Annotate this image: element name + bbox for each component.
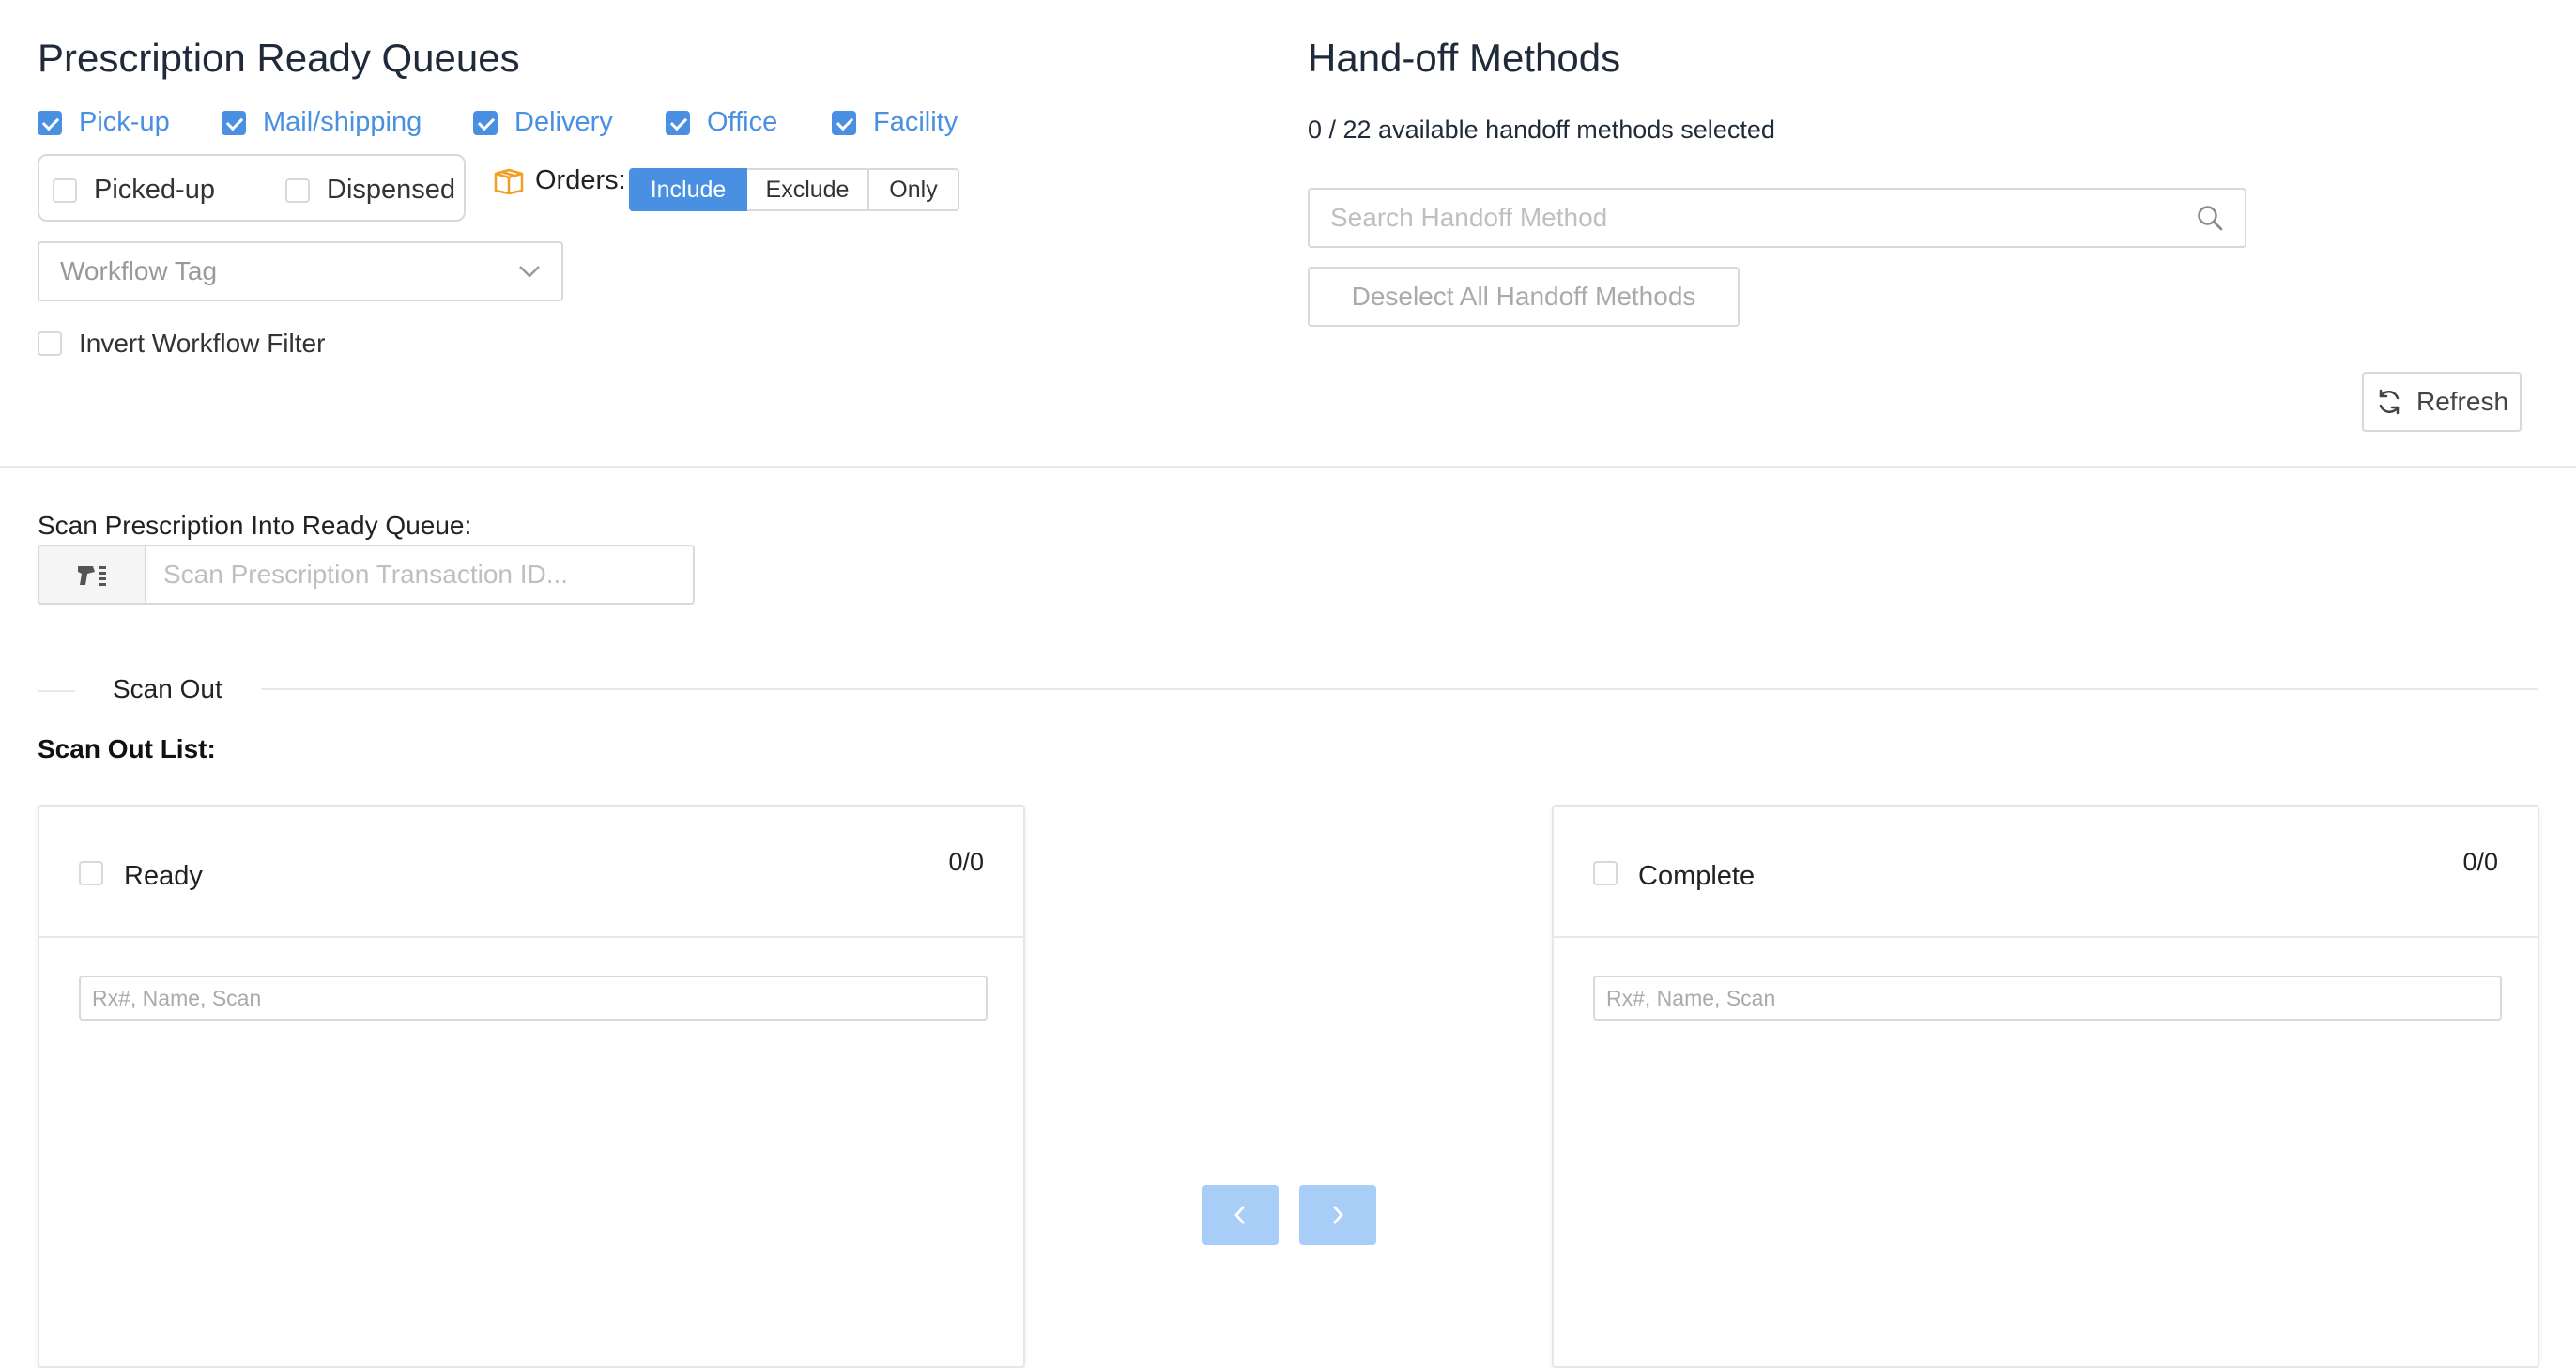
chevron-right-icon [1332,1206,1343,1224]
queue-item-label: Pick-up [79,107,170,137]
workflow-tag-placeholder: Workflow Tag [60,256,218,285]
delivery-checkbox[interactable] [473,110,498,135]
queue-item-pickup[interactable]: Pick-up [38,107,170,138]
queue-item-label: Mail/shipping [263,107,422,137]
invert-workflow-filter[interactable]: Invert Workflow Filter [38,329,325,359]
scan-out-list-label: Scan Out List: [38,734,216,763]
mail-shipping-checkbox[interactable] [222,110,246,135]
dispensed-label: Dispensed [327,175,456,205]
orders-include-option[interactable]: Include [629,168,747,211]
chevron-down-icon [519,266,540,278]
barcode-scanner-icon [78,566,106,586]
deselect-all-handoff-button[interactable]: Deselect All Handoff Methods [1308,267,1740,327]
picked-up-checkbox[interactable] [53,177,77,203]
refresh-button[interactable]: Refresh [2362,372,2522,432]
queue-item-delivery[interactable]: Delivery [473,107,613,138]
orders-label-group: Orders: [494,165,626,196]
complete-panel: Complete 0/0 Rx#, Name, Scan [1552,805,2539,1368]
invert-workflow-checkbox[interactable] [38,331,62,356]
scan-in-label: Scan Prescription Into Ready Queue: [38,511,472,540]
queue-item-label: Facility [873,107,958,137]
scan-out-divider-label: Scan Out [113,674,222,703]
ready-panel-title: Ready [124,861,203,891]
queue-item-label: Delivery [514,107,613,137]
queue-item-mail-shipping[interactable]: Mail/shipping [222,107,422,138]
orders-only-option[interactable]: Only [869,168,959,211]
orders-label: Orders: [535,165,626,195]
barcode-scanner-addon [39,546,146,603]
office-checkbox[interactable] [666,110,690,135]
ready-panel-header: Ready 0/0 [39,807,1023,938]
pickup-checkbox[interactable] [38,110,62,135]
queue-type-list: Pick-up Mail/shipping Delivery Office Fa… [38,107,976,150]
refresh-label: Refresh [2415,387,2509,416]
chevron-left-icon [1234,1206,1246,1224]
move-right-button[interactable] [1299,1185,1376,1245]
handoff-summary: 0 / 22 available handoff methods selecte… [1308,115,1775,144]
queue-item-facility[interactable]: Facility [832,107,958,138]
package-icon [494,168,524,194]
status-filter-box: Picked-up Dispensed [38,154,466,222]
queues-title: Prescription Ready Queues [38,36,520,80]
complete-panel-header: Complete 0/0 [1554,807,2538,938]
section-divider [0,466,2576,468]
complete-panel-title: Complete [1638,861,1756,891]
queue-item-label: Office [707,107,778,137]
picked-up-label: Picked-up [94,175,215,205]
scan-transaction-input[interactable]: Scan Prescription Transaction ID... [146,546,693,603]
divider-line-left [38,690,75,692]
handoff-search-input[interactable]: Search Handoff Method [1308,188,2246,248]
ready-select-all-checkbox[interactable] [79,861,103,885]
complete-select-all-checkbox[interactable] [1593,861,1618,885]
handoff-search-placeholder: Search Handoff Method [1330,203,1608,232]
ready-count: 0/0 [948,848,984,876]
orders-segmented-control: Include Exclude Only [629,168,959,211]
dispensed-checkbox[interactable] [285,177,310,203]
workflow-tag-select[interactable]: Workflow Tag [38,241,563,301]
picked-up-filter[interactable]: Picked-up [53,175,215,206]
invert-workflow-label: Invert Workflow Filter [79,329,326,358]
orders-exclude-option[interactable]: Exclude [747,168,869,211]
move-left-button[interactable] [1202,1185,1279,1245]
queue-item-office[interactable]: Office [666,107,777,138]
ready-search-input[interactable]: Rx#, Name, Scan [79,976,988,1021]
handoff-title: Hand-off Methods [1308,36,1621,80]
search-icon [2198,206,2223,231]
facility-checkbox[interactable] [832,110,856,135]
divider-line-right [261,688,2538,690]
scan-in-input-group: Scan Prescription Transaction ID... [38,545,695,605]
complete-search-input[interactable]: Rx#, Name, Scan [1593,976,2502,1021]
ready-panel: Ready 0/0 Rx#, Name, Scan [38,805,1025,1368]
dispensed-filter[interactable]: Dispensed [285,175,455,206]
complete-count: 0/0 [2462,848,2498,876]
refresh-icon [2379,389,2400,415]
